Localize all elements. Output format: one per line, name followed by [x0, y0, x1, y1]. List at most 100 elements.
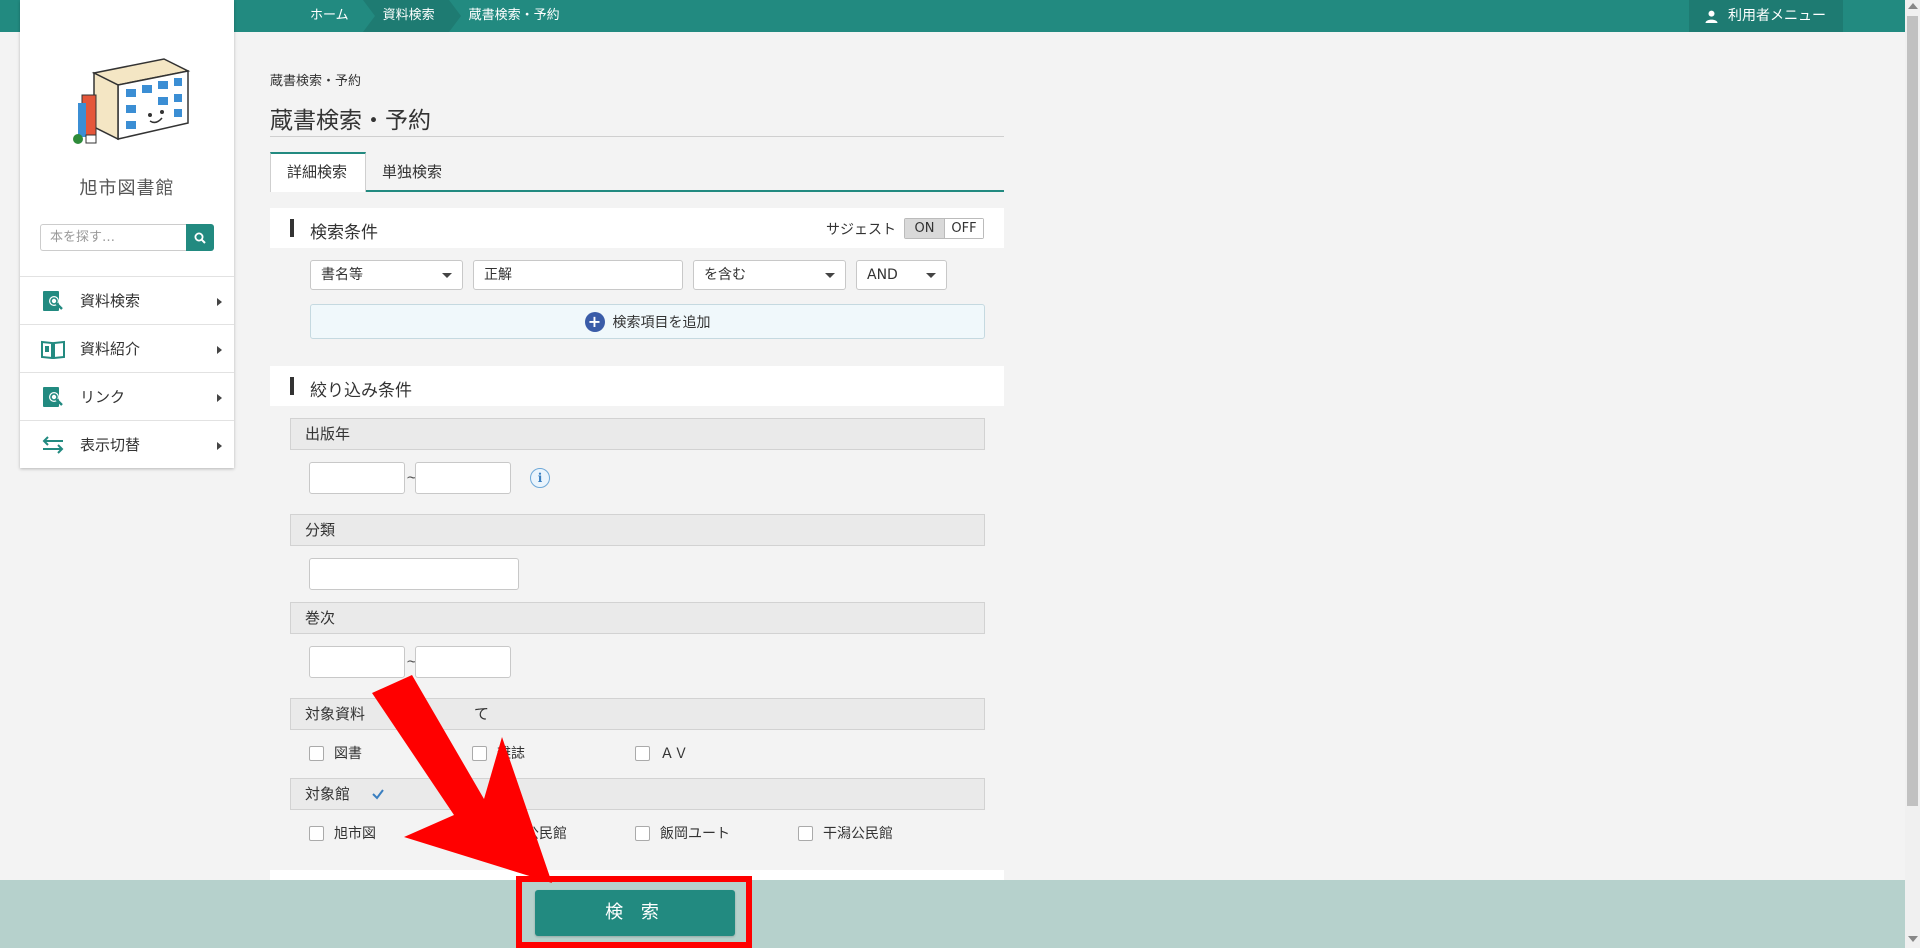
sidebar-item-material-intro[interactable]: 資料紹介	[20, 324, 234, 372]
chevron-down-icon	[442, 273, 452, 278]
scroll-down-arrow-icon[interactable]	[1908, 936, 1918, 942]
keyword-input[interactable]: 正解	[473, 260, 683, 290]
checkbox[interactable]	[309, 825, 324, 841]
material-checkbox-magazine[interactable]: 雑誌	[472, 743, 525, 763]
section-marker	[290, 377, 294, 395]
sidebar-search	[40, 224, 214, 251]
checkbox-label: 飯岡ユート	[660, 826, 730, 842]
swap-arrows-icon	[40, 434, 66, 456]
library-logo[interactable]	[64, 45, 204, 155]
library-name: 旭市図書館	[79, 178, 175, 199]
scrollbar-thumb[interactable]	[1907, 16, 1918, 806]
field-select[interactable]: 書名等	[310, 260, 463, 290]
link-search-icon	[40, 386, 66, 408]
breadcrumb-material-search[interactable]: 資料検索	[362, 0, 461, 32]
checkbox[interactable]	[472, 745, 487, 761]
volume-to-input[interactable]	[415, 646, 511, 678]
search-icon	[194, 232, 206, 244]
open-book-icon	[40, 338, 66, 360]
target-library-label: 対象館	[290, 778, 985, 810]
volume-label: 巻次	[290, 602, 985, 634]
tab-simple-search[interactable]: 単独検索	[366, 152, 458, 192]
scroll-up-arrow-icon[interactable]	[1908, 3, 1918, 9]
search-conditions-header: 検索条件 サジェスト ON OFF	[270, 208, 1004, 248]
caret-right-icon	[217, 442, 222, 450]
checkbox-label: ＡＶ	[660, 746, 688, 762]
volume-from-input[interactable]	[309, 646, 405, 678]
user-menu-label: 利用者メニュー	[1728, 8, 1826, 24]
search-conditions-heading: 検索条件	[310, 223, 378, 243]
search-tabs: 詳細検索 単独検索	[270, 152, 1004, 192]
sidebar-menu: 資料検索 資料紹介 リンク 表示切替	[20, 276, 234, 468]
sidebar-item-links[interactable]: リンク	[20, 372, 234, 420]
target-library-label-text: 対象館	[305, 785, 351, 803]
checkbox[interactable]	[798, 825, 813, 841]
checkbox-label: 旭市図	[334, 826, 376, 842]
sidebar-item-display-toggle[interactable]: 表示切替	[20, 420, 234, 468]
material-type-label: 対象資料 て	[290, 698, 985, 730]
checkbox[interactable]	[635, 825, 650, 841]
sidebar-item-label: 資料検索	[80, 292, 141, 310]
library-checkbox-iioka[interactable]: 飯岡ユート	[635, 823, 730, 843]
classification-label: 分類	[290, 514, 985, 546]
section-marker	[290, 219, 294, 237]
book-search-icon	[40, 290, 66, 312]
tab-advanced-search[interactable]: 詳細検索	[270, 152, 366, 192]
page-title: 蔵書検索・予約	[270, 108, 431, 134]
info-icon[interactable]: i	[530, 468, 550, 488]
checkbox-label: 図書	[334, 746, 362, 762]
match-select[interactable]: を含む	[693, 260, 846, 290]
material-checkbox-av[interactable]: ＡＶ	[635, 743, 688, 763]
suggest-off-button[interactable]: OFF	[944, 219, 983, 238]
checkbox[interactable]	[472, 825, 487, 841]
publish-year-label: 出版年	[290, 418, 985, 450]
checkbox-label: 海上公民館	[497, 826, 567, 842]
suggest-label: サジェスト	[826, 221, 896, 238]
material-type-label-tail: て	[474, 705, 490, 723]
sidebar: 旭市図書館 資料検索 資料紹介 リンク	[20, 0, 234, 468]
sidebar-search-input[interactable]	[40, 224, 186, 251]
library-checkbox-unakami[interactable]: 海上公民館	[472, 823, 567, 843]
suggest-toggle: サジェスト ON OFF	[826, 218, 984, 239]
sidebar-item-label: リンク	[80, 388, 126, 406]
sidebar-search-button[interactable]	[186, 224, 214, 251]
breadcrumb-home[interactable]: ホーム	[290, 0, 375, 32]
filter-conditions-header: 絞り込み条件	[270, 366, 1004, 406]
material-checkbox-book[interactable]: 図書	[309, 743, 362, 763]
breadcrumb: ホーム 資料検索 蔵書検索・予約	[290, 0, 586, 32]
sidebar-item-material-search[interactable]: 資料検索	[20, 276, 234, 324]
classification-input[interactable]	[309, 558, 519, 590]
user-icon	[1705, 10, 1718, 23]
field-select-value: 書名等	[321, 267, 363, 283]
publish-year-from-input[interactable]	[309, 462, 405, 494]
suggest-on-button[interactable]: ON	[905, 219, 944, 238]
match-select-value: を含む	[704, 267, 746, 283]
checkbox[interactable]	[635, 745, 650, 761]
chevron-down-icon	[825, 273, 835, 278]
user-menu-button[interactable]: 利用者メニュー	[1689, 0, 1843, 32]
publish-year-to-input[interactable]	[415, 462, 511, 494]
caret-right-icon	[217, 394, 222, 402]
caret-right-icon	[217, 346, 222, 354]
suggest-switch: ON OFF	[904, 218, 984, 239]
library-checkbox-higata[interactable]: 干潟公民館	[798, 823, 893, 843]
caret-right-icon	[217, 298, 222, 306]
library-checkbox-asahi[interactable]: 旭市図	[309, 823, 376, 843]
add-search-item-label: 検索項目を追加	[612, 314, 711, 331]
checkmark-icon[interactable]	[371, 787, 385, 801]
title-divider	[270, 136, 1004, 137]
plus-circle-icon: +	[584, 311, 605, 332]
search-button[interactable]: 検 索	[535, 890, 735, 936]
sidebar-item-label: 表示切替	[80, 436, 141, 454]
page-breadcrumb: 蔵書検索・予約	[270, 74, 362, 89]
bottom-action-bar	[0, 880, 1905, 948]
checkbox-label: 干潟公民館	[823, 826, 893, 842]
top-bar: ホーム 資料検索 蔵書検索・予約 利用者メニュー	[0, 0, 1905, 32]
operator-select[interactable]: AND	[856, 260, 947, 290]
checkbox-label: 雑誌	[497, 746, 525, 762]
sidebar-item-label: 資料紹介	[80, 340, 141, 358]
operator-select-value: AND	[867, 267, 898, 283]
checkbox[interactable]	[309, 745, 324, 761]
filter-conditions-heading: 絞り込み条件	[310, 381, 412, 401]
add-search-item-button[interactable]: + 検索項目を追加	[310, 304, 985, 339]
